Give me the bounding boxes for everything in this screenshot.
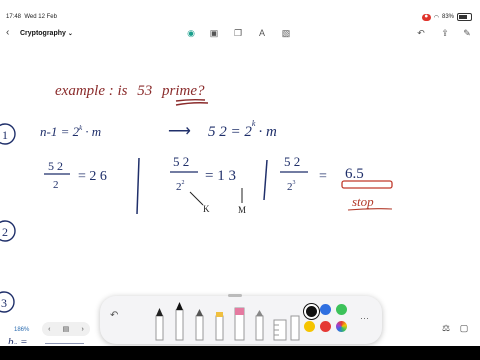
more-options-icon[interactable]: ⋯ bbox=[360, 313, 369, 324]
scale-icon[interactable]: ⚖ bbox=[440, 322, 452, 334]
ipad-screen: 17:48 Wed 12 Feb ⏺ ◠ 83% ‹ Cryptography ⌄… bbox=[0, 0, 480, 360]
frac1-denominator: 2 bbox=[53, 179, 59, 191]
pages-icon[interactable]: ▤ bbox=[63, 325, 70, 333]
undo-icon[interactable]: ↶ bbox=[416, 28, 426, 38]
marker-tool-icon[interactable] bbox=[215, 312, 224, 341]
step1-number: 1 bbox=[2, 128, 8, 142]
stop-label: stop bbox=[352, 194, 374, 209]
page-view-icon[interactable]: ▢ bbox=[458, 322, 470, 334]
chevron-left-icon[interactable]: ‹ bbox=[48, 326, 50, 333]
implies-arrow: ⟶ bbox=[168, 123, 191, 140]
app-toolbar: ‹ Cryptography ⌄ ◉ ▣ ❐ A ▧ ↶ ⇪ ✎ bbox=[0, 24, 480, 44]
battery-percent: 83% bbox=[441, 14, 454, 20]
bottom-letterbox bbox=[0, 346, 480, 360]
fineliner-tool-icon[interactable] bbox=[175, 302, 184, 341]
frac3-result: 6.5 bbox=[345, 166, 364, 182]
example-heading: example : is 53 prime? bbox=[55, 83, 205, 99]
tool-icons bbox=[155, 302, 300, 341]
eq-left-exp: k bbox=[79, 124, 83, 132]
heading-part1: example : is bbox=[55, 83, 128, 99]
lasso-tool-icon[interactable] bbox=[290, 315, 300, 341]
label-k: K bbox=[203, 204, 210, 214]
tool-palette: ↶ ⋯ bbox=[100, 294, 382, 344]
document-title-label: Cryptography bbox=[20, 30, 66, 37]
step2-number: 2 bbox=[2, 225, 8, 239]
chevron-down-icon: ⌄ bbox=[67, 31, 73, 37]
color-yellow-swatch[interactable] bbox=[304, 321, 315, 332]
palette-grabber[interactable] bbox=[228, 294, 242, 297]
frac3-den-exp: 3 bbox=[293, 180, 296, 186]
heading-number: 53 bbox=[137, 83, 152, 99]
bottom-handwriting: b₀ = bbox=[8, 336, 28, 344]
color-blue-swatch[interactable] bbox=[320, 304, 331, 315]
eq-right-base: 5 2 = 2 bbox=[208, 124, 252, 140]
equation-left: n-1 = 2k · m bbox=[40, 124, 101, 139]
eq-right-exp: k bbox=[252, 119, 256, 128]
frac2-denominator: 22 bbox=[176, 180, 185, 193]
palette-undo-icon[interactable]: ↶ bbox=[110, 310, 118, 321]
eraser-tool-icon[interactable] bbox=[234, 307, 245, 341]
new-note-icon[interactable]: ✎ bbox=[462, 28, 472, 38]
frac1-result: = 2 6 bbox=[78, 169, 107, 184]
recording-indicator: ⏺ bbox=[421, 13, 431, 21]
pen-circle-icon[interactable]: ◉ bbox=[186, 28, 196, 38]
wifi-icon: ◠ bbox=[433, 14, 439, 21]
underline-53 bbox=[175, 98, 206, 102]
copy-icon[interactable]: ❐ bbox=[233, 28, 243, 38]
step3-number: 3 bbox=[1, 296, 7, 310]
status-time-date: 17:48 Wed 12 Feb bbox=[6, 14, 57, 20]
clock: 17:48 bbox=[6, 14, 22, 20]
frac2-numerator: 5 2 bbox=[173, 154, 189, 169]
battery-icon bbox=[457, 13, 472, 21]
pen-tool-icon[interactable] bbox=[155, 308, 164, 341]
label-m: M bbox=[238, 205, 246, 215]
frac3-numerator: 5 2 bbox=[284, 154, 300, 169]
text-box-icon[interactable]: A bbox=[257, 28, 267, 38]
eq-right-tail: · m bbox=[258, 124, 277, 140]
frac2-result: = 1 3 bbox=[205, 168, 236, 184]
back-button[interactable]: ‹ bbox=[6, 27, 9, 38]
arrow-to-k bbox=[189, 191, 204, 206]
color-picker-swatch[interactable] bbox=[336, 321, 347, 332]
zoom-level[interactable]: 186% bbox=[14, 327, 29, 333]
status-bar: 17:48 Wed 12 Feb ⏺ ◠ 83% bbox=[0, 0, 480, 22]
image-icon[interactable]: ▧ bbox=[281, 28, 291, 38]
page-navigator[interactable]: ‹ ▤ › bbox=[42, 322, 90, 336]
pencil-tool-icon[interactable] bbox=[195, 309, 204, 341]
heading-part2: prime? bbox=[161, 83, 205, 99]
frac1-numerator: 5 2 bbox=[48, 159, 63, 173]
equation-right: 5 2 = 2k· m bbox=[208, 119, 277, 140]
ruler-tool-icon[interactable] bbox=[273, 319, 287, 341]
photos-icon[interactable]: ▣ bbox=[209, 28, 219, 38]
ballpoint-tool-icon[interactable] bbox=[255, 310, 264, 341]
document-title[interactable]: Cryptography ⌄ bbox=[20, 30, 73, 37]
underline-53-second bbox=[175, 102, 209, 106]
chevron-right-icon[interactable]: › bbox=[82, 326, 84, 333]
date: Wed 12 Feb bbox=[24, 14, 57, 20]
eq-left-tail: · m bbox=[85, 124, 101, 139]
color-black-swatch[interactable] bbox=[304, 304, 319, 319]
frac3-equals: = bbox=[319, 169, 327, 184]
color-red-swatch[interactable] bbox=[320, 321, 331, 332]
eq-left-base: n-1 = 2 bbox=[40, 124, 80, 139]
status-indicators: ⏺ ◠ 83% bbox=[421, 13, 472, 21]
frac3-denominator: 23 bbox=[287, 180, 296, 193]
color-green-swatch[interactable] bbox=[336, 304, 347, 315]
share-icon[interactable]: ⇪ bbox=[440, 28, 450, 38]
frac2-den-exp: 2 bbox=[182, 180, 185, 186]
divider-line-2 bbox=[263, 159, 268, 201]
result-highlight-box bbox=[341, 180, 393, 189]
divider-line-1 bbox=[136, 157, 140, 215]
